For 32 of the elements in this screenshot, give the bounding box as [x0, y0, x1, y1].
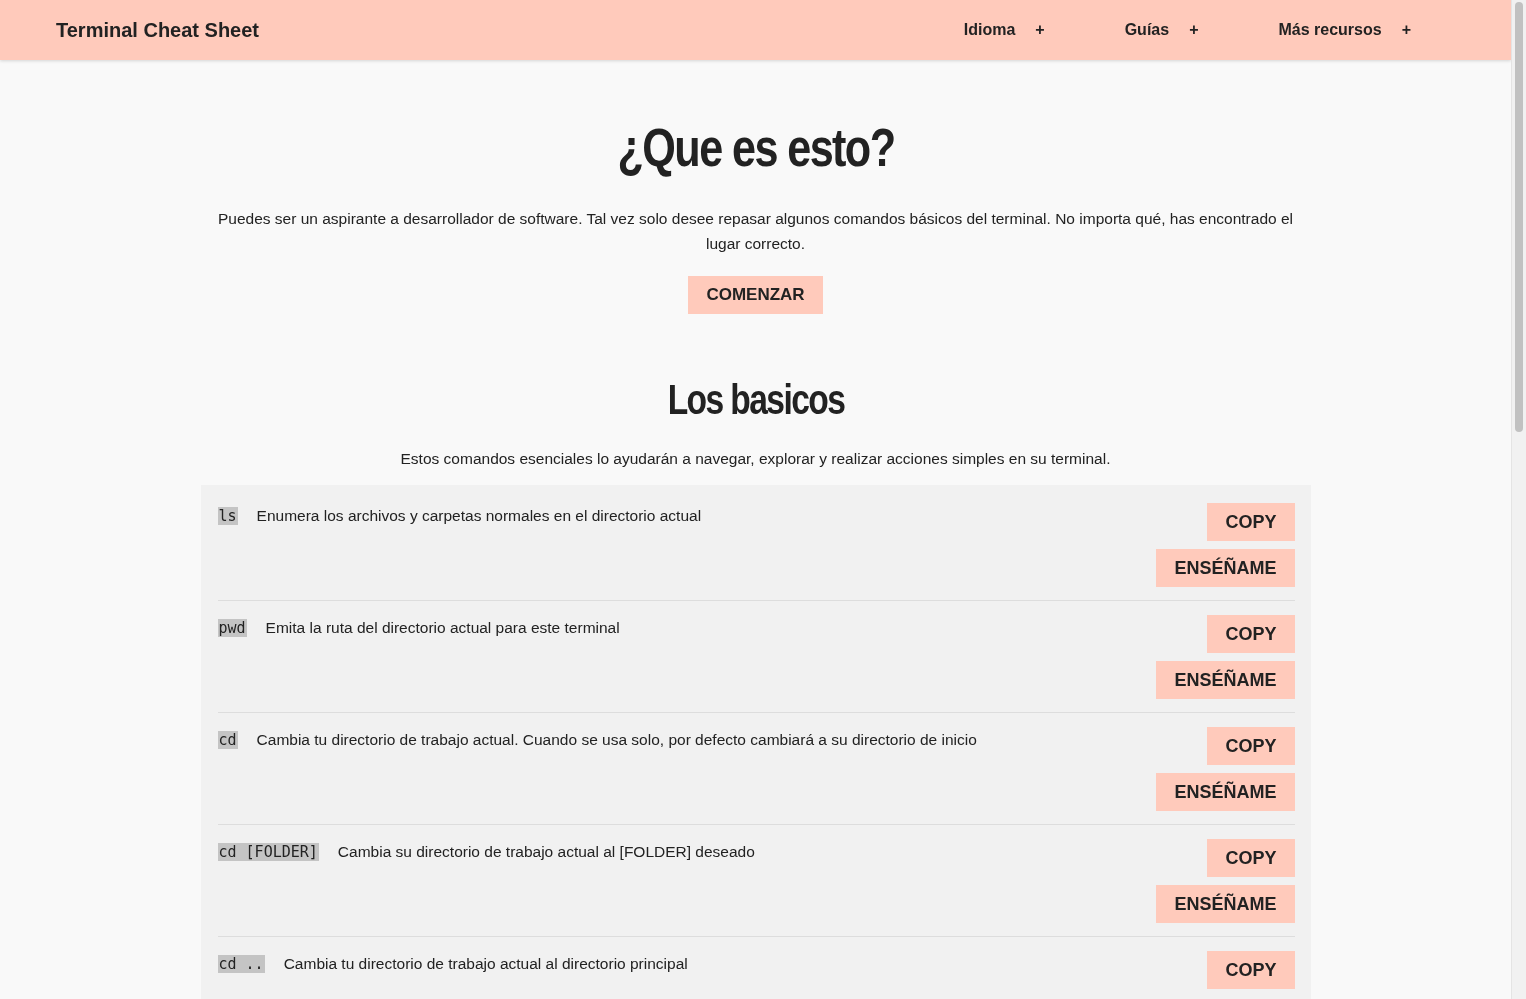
- section-heading: Los basicos: [666, 376, 846, 424]
- intro-text: Puedes ser un aspirante a desarrollador de software. Tal vez solo desee repasar algunos comandos básicos del terminal. No importa qué, has encontrado el lugar correcto.: [217, 209, 1294, 254]
- action-button[interactable]: COPY: [1207, 727, 1295, 765]
- command-code: cd [FOLDER]: [217, 843, 319, 861]
- action-button[interactable]: COPY: [1207, 951, 1295, 989]
- section-heading: ¿Que es esto?: [616, 116, 895, 178]
- nav-link[interactable]: Más recursos: [1278, 21, 1382, 39]
- start-button[interactable]: COMENZAR: [688, 276, 823, 314]
- command-code: ls: [217, 507, 238, 525]
- action-button[interactable]: ENSÉÑAME: [1156, 661, 1295, 699]
- command-code: cd ..: [217, 955, 265, 973]
- expand-toggle[interactable]: +: [1401, 21, 1411, 39]
- section-description: Estos comandos esenciales lo ayudarán a navegar, explorar y realizar acciones simples en su terminal.: [399, 449, 1112, 469]
- command-code: cd: [217, 731, 238, 749]
- scrollbar[interactable]: [1511, 0, 1526, 999]
- action-button[interactable]: COPY: [1207, 615, 1295, 653]
- command-description: Enumera los archivos y carpetas normales en el directorio actual: [256, 507, 702, 525]
- command-description: Cambia tu directorio de trabajo actual al directorio principal: [283, 955, 688, 973]
- action-button[interactable]: COPY: [1207, 503, 1295, 541]
- site-title[interactable]: Terminal Cheat Sheet: [56, 18, 964, 42]
- action-button[interactable]: COPY: [1207, 839, 1295, 877]
- action-button[interactable]: ENSÉÑAME: [1156, 885, 1295, 923]
- action-button[interactable]: ENSÉÑAME: [1156, 549, 1295, 587]
- action-button[interactable]: ENSÉÑAME: [1156, 773, 1295, 811]
- command-description: Cambia su directorio de trabajo actual al [FOLDER] deseado: [337, 843, 755, 861]
- expand-toggle[interactable]: +: [1035, 21, 1045, 39]
- nav-link[interactable]: Guías: [1124, 21, 1170, 39]
- nav-link[interactable]: Idioma: [963, 21, 1016, 39]
- command-description: Cambia tu directorio de trabajo actual. Cuando se usa solo, por defecto cambiará a su directorio de inicio: [256, 731, 977, 749]
- command-description: Emita la ruta del directorio actual para este terminal: [265, 619, 620, 637]
- expand-toggle[interactable]: +: [1189, 21, 1199, 39]
- command-code: pwd: [217, 619, 247, 637]
